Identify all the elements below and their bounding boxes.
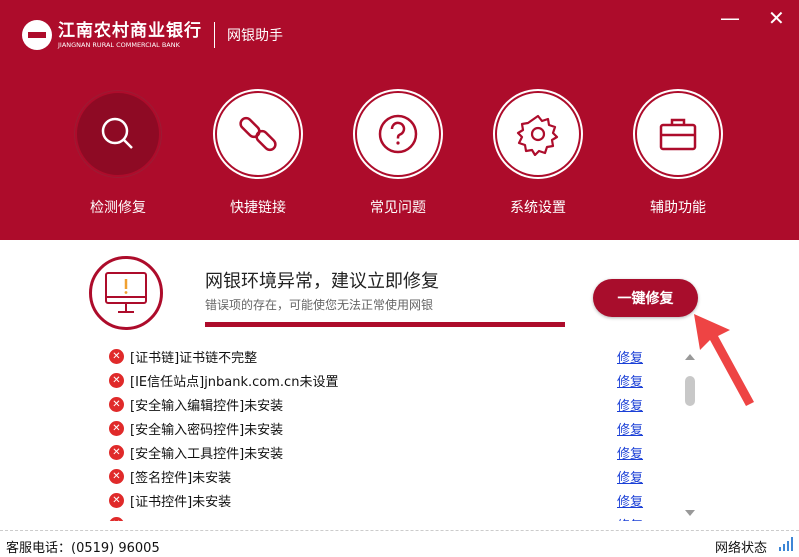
scroll-down-icon[interactable] <box>685 510 695 516</box>
fix-link[interactable]: 修复 <box>617 515 643 522</box>
issue-text: [签名控件]未安装 <box>130 470 232 486</box>
issue-row: ✕ [安全输入工具控件]未安装 修复 <box>100 440 660 464</box>
bank-logo-icon <box>22 20 52 50</box>
divider <box>214 22 215 48</box>
nav-label: 常见问题 <box>370 200 426 216</box>
issue-text: [安全输入编辑控件]未安装 <box>130 398 284 414</box>
status-subtitle: 错误项的存在，可能使您无法正常使用网银 <box>205 298 434 312</box>
error-icon: ✕ <box>109 349 124 364</box>
error-icon: ✕ <box>109 444 124 460</box>
fix-link[interactable]: 修复 <box>617 349 643 366</box>
nav-label: 系统设置 <box>510 200 566 216</box>
search-icon <box>101 117 133 149</box>
issue-row: ✕ [证书链]证书链不完整 修复 <box>100 349 660 368</box>
issue-row: ✕ 修复 <box>100 512 660 521</box>
progress-bar <box>205 322 565 327</box>
header: 江南农村商业银行 JIANGNAN RURAL COMMERCIAL BANK … <box>0 0 799 240</box>
app-name: 网银助手 <box>227 28 283 44</box>
network-status-label: 网络状态 <box>714 541 767 556</box>
issue-row: ✕ [IE信任站点]jnbank.com.cn未设置 修复 <box>100 368 660 392</box>
issue-text: [IE信任站点]jnbank.com.cn未设置 <box>130 374 339 390</box>
nav-label: 快捷链接 <box>230 200 286 216</box>
fix-link[interactable]: 修复 <box>617 443 643 462</box>
customer-service-phone: 客服电话：(0519) 96005 <box>6 541 160 556</box>
issue-text: [证书控件]未安装 <box>130 494 232 510</box>
fix-all-button[interactable]: 一键修复 <box>593 279 698 317</box>
issue-text: [安全输入密码控件]未安装 <box>130 422 284 438</box>
signal-icon <box>779 537 793 551</box>
error-icon: ✕ <box>109 468 124 484</box>
toolbox-icon <box>659 118 697 151</box>
scrollbar[interactable] <box>682 352 696 520</box>
fix-link[interactable]: 修复 <box>617 467 643 486</box>
scroll-thumb[interactable] <box>685 376 695 406</box>
issue-row: ✕ [安全输入密码控件]未安装 修复 <box>100 416 660 440</box>
question-icon <box>378 114 418 154</box>
nav-label: 辅助功能 <box>650 200 706 216</box>
issue-list: ✕ [证书链]证书链不完整 修复 ✕ [IE信任站点]jnbank.com.cn未设置修… <box>100 349 660 521</box>
scroll-up-icon[interactable] <box>685 354 695 360</box>
bank-name-en: JIANGNAN RURAL COMMERCIAL BANK <box>58 40 180 49</box>
bank-logo: 江南农村商业银行 JIANGNAN RURAL COMMERCIAL BANK … <box>22 20 283 50</box>
error-icon: ✕ <box>109 516 124 521</box>
status-title: 网银环境异常，建议立即修复 <box>205 271 439 292</box>
issue-row: ✕ [安全输入编辑控件]未安装 修复 <box>100 392 660 416</box>
progress-fill <box>205 322 565 327</box>
minimize-button[interactable]: — <box>720 6 740 30</box>
issue-row: ✕ [证书控件]未安装 修复 <box>100 488 660 512</box>
nav-label: 检测修复 <box>90 200 146 216</box>
issue-row: ✕ [签名控件]未安装 修复 <box>100 464 660 488</box>
issue-text: [安全输入工具控件]未安装 <box>130 446 284 462</box>
fix-link[interactable]: 修复 <box>617 419 643 438</box>
fix-link[interactable]: 修复 <box>617 491 643 510</box>
error-icon: ✕ <box>109 372 124 388</box>
footer-divider <box>0 530 799 531</box>
fix-link[interactable]: 修复 <box>617 395 643 414</box>
close-button[interactable]: ✕ <box>768 6 785 30</box>
fix-link[interactable]: 修复 <box>617 371 643 390</box>
gear-icon <box>516 114 559 156</box>
warning-monitor-icon <box>89 256 163 330</box>
link-icon <box>239 116 277 152</box>
bank-name-cn: 江南农村商业银行 <box>58 20 202 41</box>
error-icon: ✕ <box>109 492 124 508</box>
issue-text: [证书链]证书链不完整 <box>130 350 258 366</box>
error-icon: ✕ <box>109 396 124 412</box>
pointer-arrow-icon <box>694 314 754 406</box>
error-icon: ✕ <box>109 420 124 436</box>
